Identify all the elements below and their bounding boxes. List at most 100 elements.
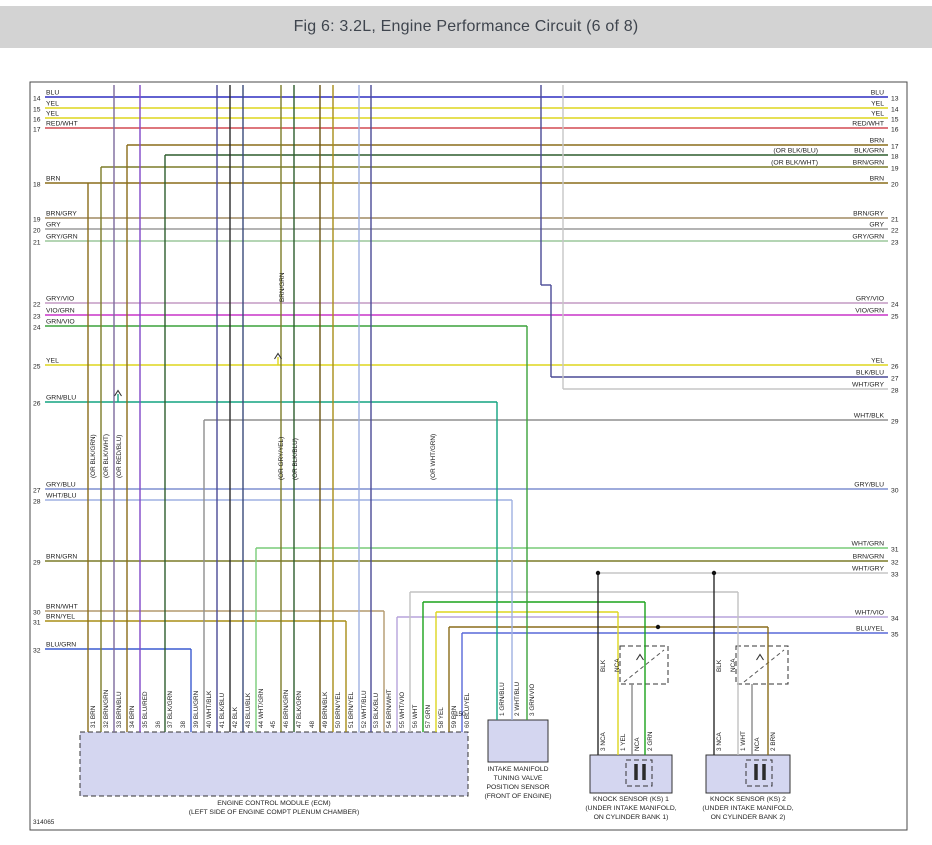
- left-pin-number: 25: [33, 364, 41, 371]
- rotated-wire-label: 42 BLK: [232, 706, 239, 728]
- ks2-shield-box: [736, 646, 788, 684]
- junction-dot: [596, 571, 600, 575]
- wire-color-label: VIO/GRN: [855, 308, 884, 315]
- right-pin-number: 35: [891, 632, 899, 639]
- right-pin-number: 14: [891, 107, 899, 114]
- rotated-wire-label: 56 WHT: [412, 704, 419, 728]
- wire-color-label: BLU/YEL: [856, 626, 884, 633]
- rotated-wire-label: 52 WHT/BLU: [361, 690, 368, 728]
- wire-color-label: GRY: [869, 222, 884, 229]
- misc-label: 150: [455, 711, 466, 718]
- wire-color-label: RED/WHT: [852, 121, 884, 128]
- wire-color-label: BRN: [46, 176, 60, 183]
- wire-color-label: YEL: [871, 101, 884, 108]
- rotated-wire-label: 36: [155, 720, 162, 728]
- right-pin-number: 28: [891, 388, 899, 395]
- rotated-wire-label: (OR RED/BLU): [116, 435, 123, 478]
- component-caption: POSITION SENSOR: [486, 784, 549, 791]
- right-pin-number: 13: [891, 96, 899, 103]
- right-pin-number: 23: [891, 240, 899, 247]
- rotated-wire-label: 44 WHT/GRN: [258, 688, 265, 728]
- right-pin-number: 25: [891, 314, 899, 321]
- rotated-wire-label: (OR BLK/WHT): [103, 434, 110, 478]
- ecm-box: [80, 732, 468, 796]
- left-pin-number: 17: [33, 127, 41, 134]
- ks1-shield-box: [620, 646, 668, 684]
- right-pin-number: 31: [891, 547, 899, 554]
- right-pin-number: 15: [891, 117, 899, 124]
- wire-color-label: BRN/YEL: [46, 614, 75, 621]
- rotated-wire-label: NCA: [634, 737, 641, 751]
- wire-alt-color-label: (OR BLK/WHT): [771, 160, 818, 167]
- left-pin-number: 30: [33, 610, 41, 617]
- right-pin-number: 17: [891, 144, 899, 151]
- wire-color-label: BLK/BLU: [856, 370, 884, 377]
- component-caption: ENGINE CONTROL MODULE (ECM): [217, 800, 330, 807]
- left-pin-number: 26: [33, 401, 41, 408]
- rotated-wire-label: 3 NCA: [716, 731, 723, 751]
- rotated-wire-label: 34 BRN: [129, 705, 136, 728]
- rotated-wire-label: 39 BLU/GRN: [193, 690, 200, 728]
- rotated-wire-label: 54 BRN/WHT: [386, 689, 393, 728]
- imt-sensor-box: [488, 720, 548, 762]
- left-pin-number: 28: [33, 499, 41, 506]
- component-caption: INTAKE MANIFOLD: [487, 766, 548, 773]
- wire-color-label: GRN/VIO: [46, 319, 75, 326]
- ks2-box: [706, 755, 790, 793]
- component-caption: KNOCK SENSOR (KS) 1: [593, 796, 669, 803]
- shield-hatch-line: [624, 650, 664, 682]
- junction-dot: [712, 571, 716, 575]
- wire-color-label: YEL: [46, 358, 59, 365]
- rotated-wire-label: 32 BRN/GRN: [103, 689, 110, 728]
- rotated-wire-label: 53 BLK/BLU: [373, 692, 380, 728]
- component-caption: ON CYLINDER BANK 1): [594, 814, 669, 821]
- connector-arrow-icon: [757, 655, 764, 661]
- rotated-wire-label: 58 YEL: [438, 707, 445, 728]
- left-pin-number: 23: [33, 314, 41, 321]
- component-caption: (FRONT OF ENGINE): [484, 793, 551, 800]
- rotated-wire-label: 3 NCA: [600, 731, 607, 751]
- figure-title: Fig 6: 3.2L, Engine Performance Circuit …: [294, 18, 639, 36]
- ks1-box: [590, 755, 672, 793]
- wire-color-label: WHT/BLK: [854, 413, 885, 420]
- wire-color-label: GRY/BLU: [46, 482, 76, 489]
- wire-color-label: GRY/BLU: [854, 482, 884, 489]
- right-pin-number: 33: [891, 572, 899, 579]
- right-pin-number: 34: [891, 616, 899, 623]
- wire-color-label: YEL: [871, 358, 884, 365]
- rotated-wire-label: 33 BRN/BLU: [116, 691, 123, 728]
- component-caption: TUNING VALVE: [494, 775, 543, 782]
- wire-color-label: BRN/GRY: [46, 211, 77, 218]
- rotated-wire-label: 1 WHT: [740, 731, 747, 751]
- left-pin-number: 27: [33, 488, 41, 495]
- misc-label: 314065: [33, 819, 55, 826]
- wire-color-label: WHT/GRY: [852, 382, 884, 389]
- rotated-wire-label: 57 GRN: [425, 705, 432, 728]
- shield-hatch-line: [744, 650, 784, 682]
- wiring-diagram: 14BLUBLU1315YELYEL1416YELYEL1517RED/WHTR…: [0, 0, 932, 845]
- wire-color-label: GRY/VIO: [46, 296, 74, 303]
- wire-color-label: WHT/GRN: [852, 541, 885, 548]
- wire-color-label: BRN: [870, 176, 884, 183]
- wire-color-label: BLK/GRN: [854, 148, 884, 155]
- rotated-wire-label: BLK: [600, 659, 607, 672]
- left-pin-number: 18: [33, 182, 41, 189]
- right-pin-number: 29: [891, 419, 899, 426]
- figure-title-bar: Fig 6: 3.2L, Engine Performance Circuit …: [0, 6, 932, 48]
- left-pin-number: 31: [33, 620, 41, 627]
- wire-alt-color-label: (OR BLK/BLU): [773, 148, 818, 155]
- wire-color-label: BLU/GRN: [46, 642, 76, 649]
- right-pin-number: 24: [891, 302, 899, 309]
- rotated-wire-label: 37 BLK/GRN: [167, 691, 174, 728]
- rotated-wire-label: 3 GRN/VIO: [529, 684, 536, 716]
- rotated-wire-label: 50 BRN/YEL: [335, 691, 342, 728]
- rotated-wire-label: 35 BLU/RED: [142, 691, 149, 728]
- rotated-wire-label: 47 BLK/GRN: [296, 691, 303, 728]
- wire-color-label: YEL: [46, 111, 59, 118]
- wire-color-label: YEL: [871, 111, 884, 118]
- wire-color-label: BRN/GRN: [853, 554, 884, 561]
- rotated-wire-label: 45: [270, 720, 277, 728]
- rotated-wire-label: BRN/GRN: [279, 272, 286, 302]
- rotated-wire-label: NCA: [730, 658, 737, 672]
- rotated-wire-label: 2 WHT/BLU: [514, 682, 521, 716]
